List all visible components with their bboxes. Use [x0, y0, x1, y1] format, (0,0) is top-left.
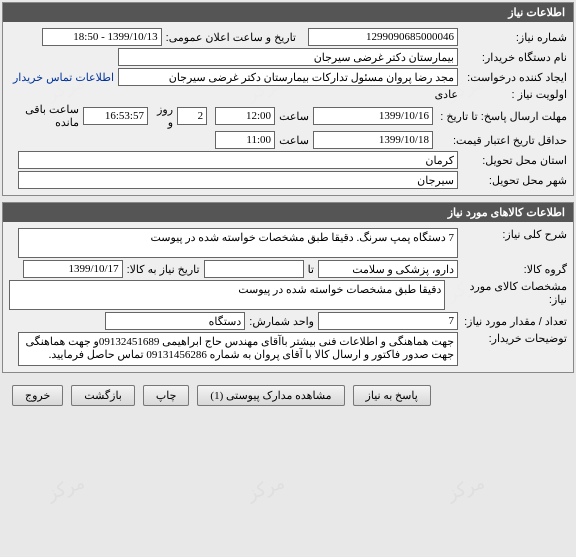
- goods-info-header: اطلاعات کالاهای مورد نیاز: [3, 203, 573, 222]
- city-field[interactable]: [18, 171, 458, 189]
- creator-label: ایجاد کننده درخواست:: [462, 71, 567, 84]
- min-valid-date-field[interactable]: [313, 131, 433, 149]
- time-label-2: ساعت: [279, 134, 309, 147]
- group-to-field[interactable]: [204, 260, 304, 278]
- buyer-contact-link[interactable]: اطلاعات تماس خریدار: [13, 71, 114, 84]
- back-button[interactable]: بازگشت: [71, 385, 135, 406]
- buyer-field[interactable]: [118, 48, 458, 66]
- city-label: شهر محل تحویل:: [462, 174, 567, 187]
- goods-info-panel: اطلاعات کالاهای مورد نیاز شرح کلی نیاز: …: [2, 202, 574, 373]
- unit-label: واحد شمارش:: [249, 315, 314, 328]
- desc-field[interactable]: [18, 228, 458, 258]
- buyer-label: نام دستگاه خریدار:: [462, 51, 567, 64]
- to-label: تا: [308, 263, 314, 276]
- group-label: گروه کالا:: [462, 263, 567, 276]
- print-button[interactable]: چاپ: [143, 385, 190, 406]
- need-info-header: اطلاعات نیاز: [3, 3, 573, 22]
- qty-field[interactable]: [318, 312, 458, 330]
- qty-label: تعداد / مقدار مورد نیاز:: [462, 315, 567, 328]
- notes-field[interactable]: [18, 332, 458, 366]
- req-no-label: شماره نیاز:: [462, 31, 567, 44]
- remain-label: ساعت باقی مانده: [9, 103, 79, 129]
- reply-button[interactable]: پاسخ به نیاز: [353, 385, 431, 406]
- min-valid-label: حداقل تاریخ اعتبار قیمت:: [437, 134, 567, 147]
- time-label-1: ساعت: [279, 110, 309, 123]
- exit-button[interactable]: خروج: [12, 385, 63, 406]
- spec-label: مشخصات کالای مورد نیاز:: [449, 280, 567, 306]
- days-remaining-field[interactable]: [177, 107, 207, 125]
- req-no-field[interactable]: [308, 28, 458, 46]
- need-date-field[interactable]: [23, 260, 123, 278]
- deadline-label: مهلت ارسال پاسخ: تا تاریخ :: [437, 110, 567, 123]
- province-field[interactable]: [18, 151, 458, 169]
- priority-value: عادی: [435, 88, 458, 101]
- desc-label: شرح کلی نیاز:: [462, 228, 567, 241]
- group-field[interactable]: [318, 260, 458, 278]
- button-bar: پاسخ به نیاز مشاهده مدارک پیوستی (1) چاپ…: [2, 379, 574, 412]
- notes-label: توضیحات خریدار:: [462, 332, 567, 345]
- creator-field[interactable]: [118, 68, 458, 86]
- unit-field[interactable]: [105, 312, 245, 330]
- pub-date-label: تاریخ و ساعت اعلان عمومی:: [166, 31, 296, 44]
- remain-time-field[interactable]: [83, 107, 148, 125]
- deadline-time-field[interactable]: [215, 107, 275, 125]
- pub-date-field[interactable]: [42, 28, 162, 46]
- province-label: استان محل تحویل:: [462, 154, 567, 167]
- deadline-date-field[interactable]: [313, 107, 433, 125]
- priority-label: اولویت نیاز :: [462, 88, 567, 101]
- days-label: روز و: [152, 103, 173, 129]
- attachments-button[interactable]: مشاهده مدارک پیوستی (1): [197, 385, 344, 406]
- spec-field[interactable]: [9, 280, 445, 310]
- min-valid-time-field[interactable]: [215, 131, 275, 149]
- need-date-label: تاریخ نیاز به کالا:: [127, 263, 200, 276]
- need-info-panel: اطلاعات نیاز شماره نیاز: تاریخ و ساعت اع…: [2, 2, 574, 196]
